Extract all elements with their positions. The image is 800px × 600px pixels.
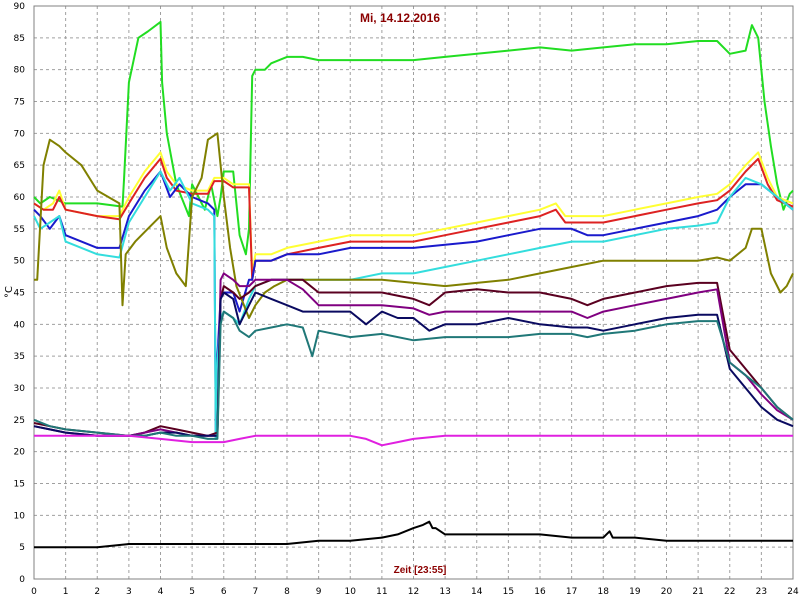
y-tick-label: 10: [14, 511, 26, 521]
x-tick-label: 16: [534, 587, 546, 597]
y-tick-label: 0: [19, 575, 25, 585]
y-tick-label: 70: [14, 129, 26, 139]
x-tick-label: 9: [316, 587, 322, 597]
y-tick-label: 55: [14, 225, 25, 235]
x-tick-label: 21: [692, 587, 703, 597]
x-tick-label: 23: [756, 587, 767, 597]
y-tick-label: 90: [14, 2, 26, 12]
x-tick-label: 15: [503, 587, 514, 597]
x-tick-label: 7: [253, 587, 259, 597]
x-tick-label: 5: [189, 587, 195, 597]
line-chart: 0510152025303540455055606570758085900 1 2 3…: [0, 0, 800, 600]
x-tick-label: 14: [471, 587, 483, 597]
y-tick-label: 40: [14, 320, 26, 330]
x-tick-label: 1: [63, 587, 69, 597]
x-tick-label: 22: [724, 587, 735, 597]
y-tick-label: 25: [14, 416, 25, 426]
y-tick-label: 60: [14, 193, 26, 203]
x-tick-label: 2: [94, 587, 100, 597]
x-tick-label: 20: [661, 587, 673, 597]
y-axis-label: °C: [4, 286, 15, 298]
x-tick-label: 8: [284, 587, 290, 597]
x-tick-label: 13: [439, 587, 450, 597]
x-axis-label: Zeit [23:55]: [394, 565, 447, 576]
x-tick-label: 6: [221, 587, 227, 597]
x-tick-label: 18: [598, 587, 610, 597]
y-tick-label: 75: [14, 98, 25, 108]
x-tick-label: 17: [566, 587, 577, 597]
x-tick-label: 12: [408, 587, 419, 597]
y-tick-label: 80: [14, 66, 26, 76]
x-tick-label: 0: [31, 587, 37, 597]
x-tick-label: 19: [629, 587, 641, 597]
x-tick-label: 10: [345, 587, 357, 597]
y-tick-label: 30: [14, 384, 26, 394]
y-tick-label: 5: [19, 543, 25, 553]
x-tick-label: 11: [376, 587, 387, 597]
y-tick-label: 35: [14, 352, 25, 362]
y-tick-label: 85: [14, 34, 25, 44]
x-tick-label: 24: [787, 587, 799, 597]
y-tick-label: 20: [14, 448, 26, 458]
chart-title: Mi, 14.12.2016: [360, 11, 440, 25]
y-tick-label: 50: [14, 257, 26, 267]
y-tick-label: 15: [14, 480, 25, 490]
x-tick-label: 4: [158, 587, 164, 597]
chart-background: [0, 0, 800, 600]
x-tick-label: 3: [126, 587, 132, 597]
y-tick-label: 65: [14, 161, 25, 171]
y-tick-label: 45: [14, 289, 25, 299]
